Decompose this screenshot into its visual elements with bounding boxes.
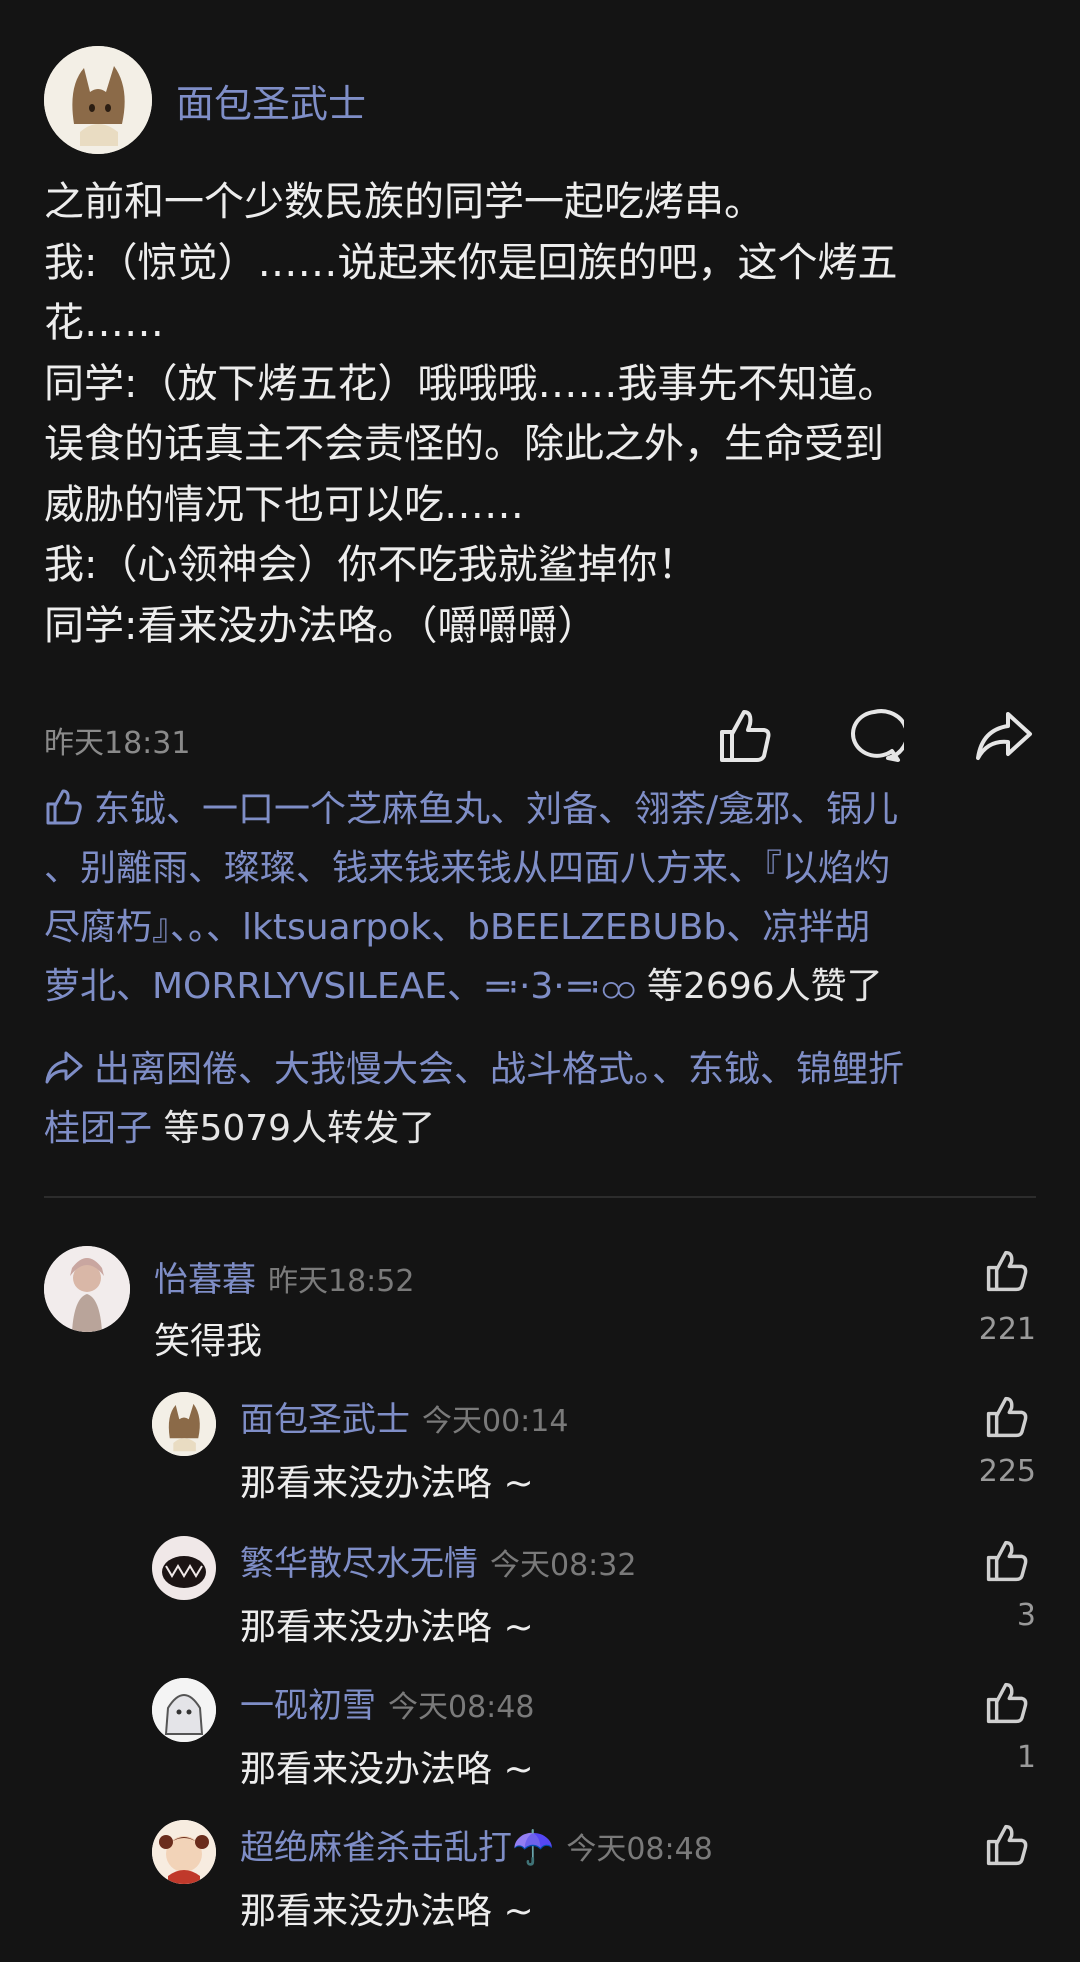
likes-count: 等2696人赞了 <box>635 966 883 1007</box>
reply-item: 面包圣武士 今天00:14 那看来没办法咯 ~ 225 <box>152 1392 1036 1512</box>
post-header: 面包圣武士 <box>44 46 366 154</box>
reply-item: 繁华散尽水无情 今天08:32 那看来没办法咯 ~ 3 <box>152 1536 1036 1656</box>
post-line: 我:（惊觉）……说起来你是回族的吧，这个烤五 <box>44 239 898 286</box>
comment-like-count: 221 <box>978 1312 1036 1347</box>
commenter-name[interactable]: 繁华散尽水无情 <box>240 1544 478 1584</box>
comment-time: 今天08:48 <box>566 1832 713 1867</box>
commenter-name[interactable]: 怡暮暮 <box>154 1260 256 1300</box>
divider <box>44 1196 1036 1198</box>
comment-header: 繁华散尽水无情 今天08:32 <box>240 1536 636 1585</box>
comment-like-count: 3 <box>1016 1598 1036 1633</box>
reply-item: 一砚初雪 今天08:48 那看来没办法咯 ~ 1 <box>152 1678 1036 1798</box>
post-line: 我:（心领神会）你不吃我就鲨掉你！ <box>44 542 698 588</box>
post-line: 同学:看来没办法咯。（嚼嚼嚼） <box>44 602 598 649</box>
comment-time: 今天08:32 <box>490 1548 637 1583</box>
post-line: 花…… <box>44 300 164 346</box>
commenter-name[interactable]: 面包圣武士 <box>240 1400 410 1440</box>
comment-item: 怡暮暮 昨天18:52 笑得我 221 <box>44 1246 1036 1366</box>
commenter-avatar[interactable] <box>152 1820 216 1884</box>
reposts-count: 等5079人转发了 <box>152 1108 436 1149</box>
author-name[interactable]: 面包圣武士 <box>176 73 366 128</box>
like-icon[interactable] <box>714 706 774 766</box>
comment-header: 面包圣武士 今天00:14 <box>240 1392 568 1441</box>
author-avatar[interactable] <box>44 46 152 154</box>
likes-list: 东钺、一口一个芝麻鱼丸、刘备、翎荼/龛邪、锅儿 、别離雨、璨璨、钱来钱来钱从四面… <box>44 780 1034 1016</box>
comment-like-icon[interactable] <box>984 1680 1030 1726</box>
commenter-avatar[interactable] <box>152 1536 216 1600</box>
commenter-name[interactable]: 超绝麻雀杀击乱打☂️ <box>240 1828 554 1868</box>
comment-time: 今天00:14 <box>422 1404 569 1439</box>
comment-text: 笑得我 <box>154 1321 263 1362</box>
post-line: 同学:（放下烤五花）哦哦哦……我事先不知道。 <box>44 360 898 407</box>
thumbs-up-icon <box>44 786 84 826</box>
commenter-avatar[interactable] <box>152 1678 216 1742</box>
post-timestamp: 昨天18:31 <box>44 726 191 761</box>
comment-text: 那看来没办法咯 ~ <box>240 1891 534 1932</box>
comment-header: 怡暮暮 昨天18:52 <box>154 1252 414 1301</box>
repost-arrow-icon <box>44 1046 84 1086</box>
comment-like-icon[interactable] <box>984 1394 1030 1440</box>
reposts-line[interactable]: 出离困倦、大我慢大会、战斗格式。、东钺、锦鲤折 <box>44 1040 1034 1099</box>
post-line: 威胁的情况下也可以吃…… <box>44 481 524 528</box>
likes-line[interactable]: 尽腐朽』、。、lktsuarpok、bBEELZEBUBb、凉拌胡 <box>44 898 1034 957</box>
comment-header: 超绝麻雀杀击乱打☂️ 今天08:48 <box>240 1820 713 1869</box>
comment-like-count: 1 <box>1016 1740 1036 1775</box>
reposts-line[interactable]: 桂团子 等5079人转发了 <box>44 1099 1034 1158</box>
likes-line[interactable]: 萝北、MORRLYVSILEAE、≕·3·≕ထ 等2696人赞了 <box>44 957 1034 1016</box>
comment-like-count: 225 <box>978 1454 1036 1489</box>
reply-item: 超绝麻雀杀击乱打☂️ 今天08:48 那看来没办法咯 ~ <box>152 1820 1036 1940</box>
comment-like-icon[interactable] <box>984 1538 1030 1584</box>
comment-time: 昨天18:52 <box>268 1264 415 1299</box>
comment-header: 一砚初雪 今天08:48 <box>240 1678 534 1727</box>
post-content: 之前和一个少数民族的同学一起吃烤串。 我:（惊觉）……说起来你是回族的吧，这个烤… <box>44 172 1034 656</box>
commenter-name[interactable]: 一砚初雪 <box>240 1686 376 1726</box>
share-icon[interactable] <box>974 706 1034 766</box>
comment-text: 那看来没办法咯 ~ <box>240 1749 534 1790</box>
likes-line[interactable]: 东钺、一口一个芝麻鱼丸、刘备、翎荼/龛邪、锅儿 <box>44 780 1034 839</box>
commenter-avatar[interactable] <box>152 1392 216 1456</box>
post-line: 之前和一个少数民族的同学一起吃烤串。 <box>44 179 764 225</box>
comment-text: 那看来没办法咯 ~ <box>240 1607 534 1648</box>
comment-text: 那看来没办法咯 ~ <box>240 1463 534 1504</box>
post-meta-row: 昨天18:31 <box>44 706 1036 766</box>
comment-like-icon[interactable] <box>984 1248 1030 1294</box>
comment-like-icon[interactable] <box>984 1822 1030 1868</box>
likes-line[interactable]: 、别離雨、璨璨、钱来钱来钱从四面八方来、『以焰灼 <box>44 839 1034 898</box>
reposts-list: 出离困倦、大我慢大会、战斗格式。、东钺、锦鲤折 桂团子 等5079人转发了 <box>44 1040 1034 1158</box>
post-line: 误食的话真主不会责怪的。除此之外，生命受到 <box>44 421 884 467</box>
commenter-avatar[interactable] <box>44 1246 130 1332</box>
comment-icon[interactable] <box>844 706 910 766</box>
comment-time: 今天08:48 <box>388 1690 535 1725</box>
